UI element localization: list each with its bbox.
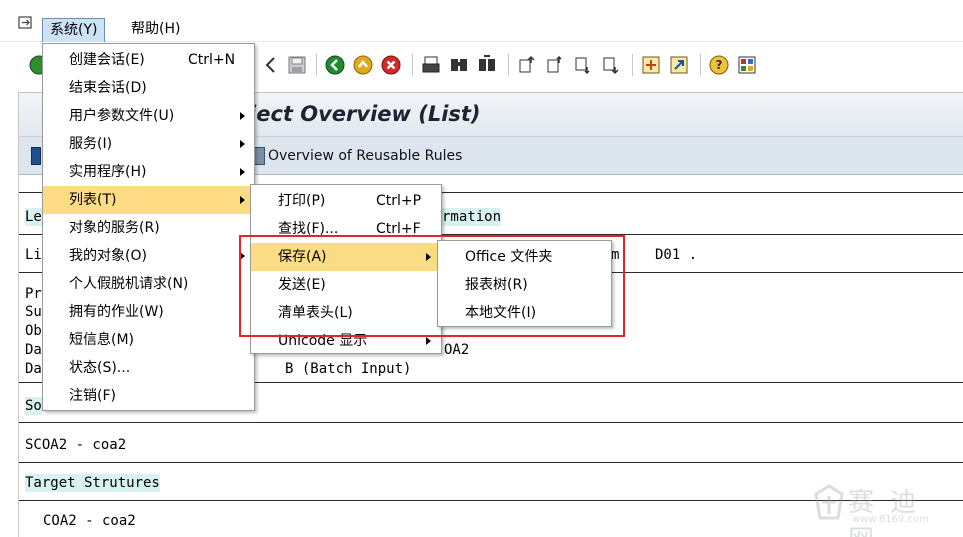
list-row: Su bbox=[25, 304, 42, 320]
system-dropdown-menu: 创建会话(E) Ctrl+N 结束会话(D) 用户参数文件(U) 服务(I) 实用程序(H… bbox=[42, 43, 255, 411]
reusable-rules-button[interactable]: Overview of Reusable Rules bbox=[268, 148, 462, 164]
list-row: B (Batch Input) bbox=[285, 361, 412, 377]
section-header-right: rmation bbox=[442, 208, 502, 226]
print-icon[interactable] bbox=[420, 54, 442, 76]
menu-help[interactable]: 帮助(H) bbox=[124, 18, 187, 42]
find-icon[interactable] bbox=[448, 54, 470, 76]
submenu-arrow-icon bbox=[240, 168, 245, 176]
create-session-icon[interactable] bbox=[640, 54, 662, 76]
list-row: OA2 bbox=[444, 342, 470, 358]
annotation-highlight-box bbox=[239, 235, 625, 337]
system-menu-item[interactable]: 短信息(M) bbox=[43, 326, 254, 354]
page-title: ject Overview (List) bbox=[249, 102, 481, 126]
system-menu-item[interactable]: 结束会话(D) bbox=[43, 74, 254, 102]
system-menu-item[interactable]: 列表(T) bbox=[43, 186, 254, 214]
exit-icon[interactable] bbox=[352, 54, 374, 76]
section-header-left: Le bbox=[25, 208, 42, 226]
system-menu-item-label: 结束会话(D) bbox=[69, 80, 147, 96]
watermark-url: www.8169.com bbox=[852, 514, 929, 525]
menu-bar: 系统(Y) 帮助(H) bbox=[0, 0, 963, 42]
system-menu-item-label: 对象的服务(R) bbox=[69, 220, 160, 236]
cancel-icon[interactable] bbox=[380, 54, 402, 76]
first-page-icon[interactable] bbox=[516, 54, 538, 76]
system-menu-item[interactable]: 创建会话(E) Ctrl+N bbox=[43, 46, 254, 74]
target-structure-row: COA2 - coa2 bbox=[43, 513, 136, 529]
list-row: Li bbox=[25, 247, 42, 263]
details-icon[interactable] bbox=[31, 147, 41, 165]
system-menu-item-label: 注销(F) bbox=[69, 388, 116, 404]
system-menu-item-label: 拥有的作业(W) bbox=[69, 304, 164, 320]
system-menu-item-label: 实用程序(H) bbox=[69, 164, 147, 180]
system-menu-icon[interactable] bbox=[18, 16, 34, 30]
section-header-source: So bbox=[25, 397, 42, 415]
source-structure-row: SCOA2 - coa2 bbox=[25, 437, 127, 453]
system-menu-item[interactable]: 个人假脱机请求(N) bbox=[43, 270, 254, 298]
menu-system[interactable]: 系统(Y) bbox=[42, 18, 106, 42]
next-page-icon[interactable] bbox=[572, 54, 594, 76]
submenu-arrow-icon bbox=[426, 337, 431, 345]
list-row: Da bbox=[25, 342, 42, 358]
customize-layout-icon[interactable] bbox=[736, 54, 758, 76]
system-menu-item[interactable]: 注销(F) bbox=[43, 382, 254, 410]
system-menu-item-label: 用户参数文件(U) bbox=[69, 108, 175, 124]
list-menu-item-shortcut: Ctrl+P bbox=[376, 193, 422, 209]
system-menu-item-shortcut: Ctrl+N bbox=[188, 52, 236, 68]
list-menu-item-label: 打印(P) bbox=[278, 193, 326, 209]
watermark: 赛 迪 网 www.8169.com bbox=[808, 480, 958, 537]
system-menu-item[interactable]: 状态(S)... bbox=[43, 354, 254, 382]
previous-page-icon[interactable] bbox=[544, 54, 566, 76]
back-icon[interactable] bbox=[324, 54, 346, 76]
system-menu-item[interactable]: 实用程序(H) bbox=[43, 158, 254, 186]
help-icon[interactable]: ? bbox=[708, 54, 730, 76]
system-menu-item[interactable]: 用户参数文件(U) bbox=[43, 102, 254, 130]
watermark-logo-icon bbox=[814, 484, 844, 520]
list-row: D01 . bbox=[655, 247, 698, 263]
list-row: Pr bbox=[25, 286, 42, 302]
submenu-arrow-icon bbox=[240, 196, 245, 204]
command-field-arrow-icon[interactable] bbox=[260, 54, 282, 76]
system-menu-item-label: 短信息(M) bbox=[69, 332, 135, 348]
save-icon[interactable] bbox=[286, 54, 308, 76]
watermark-text: 赛 迪 网 bbox=[848, 488, 921, 537]
submenu-arrow-icon bbox=[240, 140, 245, 148]
system-menu-item[interactable]: 拥有的作业(W) bbox=[43, 298, 254, 326]
last-page-icon[interactable] bbox=[600, 54, 622, 76]
system-menu-item[interactable]: 服务(I) bbox=[43, 130, 254, 158]
svg-text:?: ? bbox=[716, 58, 723, 72]
system-menu-item-label: 列表(T) bbox=[69, 192, 117, 208]
system-menu-item-label: 创建会话(E) bbox=[69, 52, 145, 68]
section-header-target: Target Strutures bbox=[25, 474, 160, 492]
system-menu-item[interactable]: 对象的服务(R) bbox=[43, 214, 254, 242]
list-menu-item[interactable]: 打印(P) Ctrl+P bbox=[251, 187, 441, 215]
list-row: Da bbox=[25, 361, 42, 377]
system-menu-item-label: 我的对象(O) bbox=[69, 248, 147, 264]
system-menu-item-label: 服务(I) bbox=[69, 136, 113, 152]
system-menu-item-label: 个人假脱机请求(N) bbox=[69, 276, 189, 292]
system-menu-item-label: 状态(S)... bbox=[69, 360, 131, 376]
generate-shortcut-icon[interactable] bbox=[668, 54, 690, 76]
find-next-icon[interactable] bbox=[476, 54, 498, 76]
submenu-arrow-icon bbox=[240, 112, 245, 120]
system-menu-item[interactable]: 我的对象(O) bbox=[43, 242, 254, 270]
list-row: Ob bbox=[25, 323, 42, 339]
